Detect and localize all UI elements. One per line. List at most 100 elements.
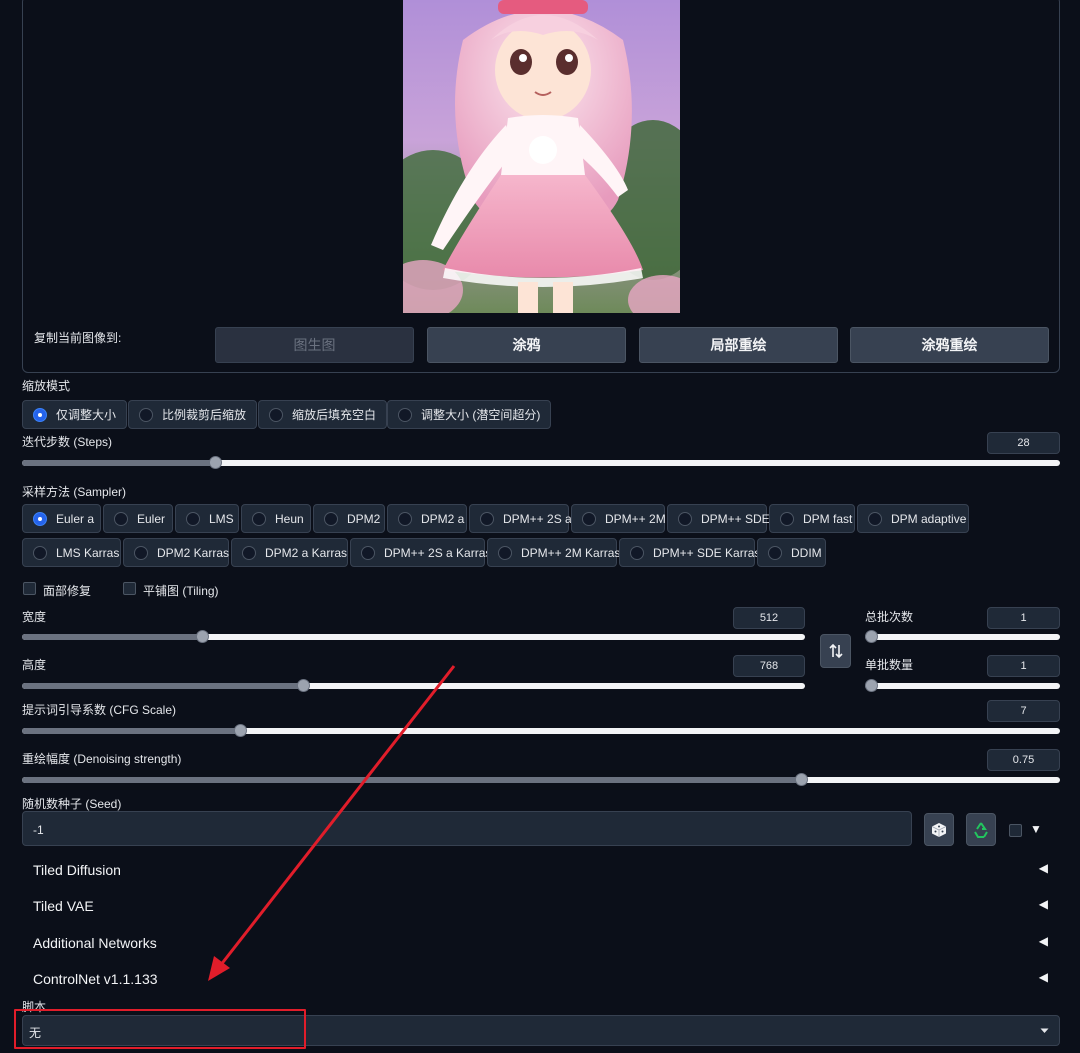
tiling-checkbox[interactable] — [123, 582, 136, 595]
slider-thumb[interactable] — [795, 773, 808, 786]
send-to-inpaint-sketch-button[interactable]: 涂鸦重绘 — [850, 327, 1049, 363]
batch-count-number-input[interactable]: 1 — [987, 607, 1060, 629]
face-restore-checkbox[interactable] — [23, 582, 36, 595]
resize-mode-option-crop[interactable]: 比例裁剪后缩放 — [128, 400, 258, 429]
denoising-number-input[interactable]: 0.75 — [987, 749, 1060, 771]
send-to-sketch-button[interactable]: 涂鸦 — [427, 327, 626, 363]
radio-label: 仅调整大小 — [56, 408, 117, 422]
steps-slider[interactable] — [22, 456, 1060, 470]
radio-unselected-icon — [868, 511, 882, 526]
radio-unselected-icon — [582, 511, 596, 526]
sampler-option[interactable]: Heun — [241, 504, 311, 533]
batch-size-number-input[interactable]: 1 — [987, 655, 1060, 677]
radio-unselected-icon — [398, 407, 412, 422]
sampler-option[interactable]: DPM++ SDE Karras — [619, 538, 760, 567]
extra-seed-checkbox[interactable] — [1009, 824, 1022, 837]
radio-unselected-icon — [398, 511, 412, 526]
batch-count-slider[interactable] — [865, 630, 1060, 644]
width-slider[interactable] — [22, 630, 805, 644]
radio-label: DPM2 a — [421, 511, 465, 526]
sampler-option[interactable]: DPM++ 2S a — [469, 504, 572, 533]
resize-mode-option-fill[interactable]: 缩放后填充空白 — [258, 400, 388, 429]
slider-thumb[interactable] — [234, 724, 247, 737]
batch-size-label: 单批数量 — [865, 658, 914, 672]
sampler-option[interactable]: DPM++ SDE — [667, 504, 770, 533]
send-to-inpaint-button[interactable]: 局部重绘 — [639, 327, 838, 363]
cfg-scale-slider[interactable] — [22, 724, 1060, 738]
sampler-option[interactable]: DDIM — [757, 538, 826, 567]
seed-label: 随机数种子 (Seed) — [22, 797, 122, 811]
radio-unselected-icon — [678, 511, 692, 526]
radio-unselected-icon — [242, 545, 256, 560]
denoising-slider[interactable] — [22, 773, 1060, 787]
sampler-option[interactable]: DPM++ 2M — [571, 504, 666, 533]
reuse-seed-button[interactable] — [966, 813, 996, 846]
slider-thumb[interactable] — [865, 630, 878, 643]
cfg-scale-number-input[interactable]: 7 — [987, 700, 1060, 722]
slider-thumb[interactable] — [297, 679, 310, 692]
random-seed-button[interactable] — [924, 813, 954, 846]
radio-label: DPM++ SDE Karras — [653, 545, 761, 560]
radio-unselected-icon — [139, 407, 153, 422]
accordion-title: ControlNet v1.1.133 — [33, 971, 158, 987]
accordion-additional-networks[interactable]: Additional Networks ◀ — [22, 925, 1060, 961]
radio-unselected-icon — [361, 545, 375, 560]
slider-fill — [22, 777, 801, 783]
radio-unselected-icon — [630, 545, 644, 560]
radio-unselected-icon — [114, 511, 128, 526]
cfg-scale-label: 提示词引导系数 (CFG Scale) — [22, 703, 177, 717]
radio-selected-icon — [33, 407, 47, 422]
sampler-option[interactable]: LMS — [175, 504, 239, 533]
radio-label: DPM2 Karras — [157, 545, 230, 560]
sampler-option[interactable]: Euler a — [22, 504, 101, 533]
sampler-option[interactable]: DPM fast — [769, 504, 855, 533]
seed-input[interactable]: -1 — [22, 811, 912, 846]
chevron-down-icon — [1040, 1028, 1049, 1033]
accordion-tiled-vae[interactable]: Tiled VAE ◀ — [22, 888, 1060, 924]
accordion-controlnet[interactable]: ControlNet v1.1.133 ◀ — [22, 961, 1060, 997]
sampler-label: 采样方法 (Sampler) — [22, 485, 127, 499]
sampler-option[interactable]: DPM2 a — [387, 504, 467, 533]
sampler-option[interactable]: DPM2 a Karras — [231, 538, 348, 567]
slider-thumb[interactable] — [196, 630, 209, 643]
slider-track — [865, 683, 1060, 689]
radio-unselected-icon — [252, 511, 266, 526]
swap-dimensions-button[interactable] — [820, 634, 851, 668]
sampler-option[interactable]: DPM2 — [313, 504, 385, 533]
slider-thumb[interactable] — [209, 456, 222, 469]
sampler-option[interactable]: LMS Karras — [22, 538, 121, 567]
steps-number-input[interactable]: 28 — [987, 432, 1060, 454]
resize-mode-option-resize[interactable]: 仅调整大小 — [22, 400, 128, 429]
send-to-img2img-button[interactable]: 图生图 — [215, 327, 414, 363]
batch-size-slider[interactable] — [865, 679, 1060, 693]
accordion-tiled-diffusion[interactable]: Tiled Diffusion ◀ — [22, 852, 1060, 888]
triangle-down-icon[interactable]: ▼ — [1030, 822, 1042, 836]
triangle-left-icon: ◀ — [1038, 861, 1048, 875]
radio-unselected-icon — [780, 511, 794, 526]
triangle-left-icon: ◀ — [1038, 970, 1048, 984]
radio-label: LMS — [209, 511, 234, 526]
triangle-left-icon: ◀ — [1038, 934, 1048, 948]
height-number-input[interactable]: 768 — [733, 655, 805, 677]
radio-unselected-icon — [480, 511, 494, 526]
radio-label: DPM2 — [347, 511, 381, 526]
height-slider[interactable] — [22, 679, 805, 693]
radio-unselected-icon — [269, 407, 283, 422]
radio-unselected-icon — [186, 511, 200, 526]
sampler-option[interactable]: DPM2 Karras — [123, 538, 229, 567]
sampler-option[interactable]: DPM adaptive — [857, 504, 969, 533]
radio-unselected-icon — [768, 545, 782, 560]
swap-arrows-icon — [828, 643, 843, 659]
radio-label: 比例裁剪后缩放 — [162, 408, 247, 422]
sampler-option[interactable]: Euler — [103, 504, 173, 533]
radio-label: DPM++ 2S a — [503, 511, 572, 526]
radio-label: LMS Karras — [56, 545, 120, 560]
slider-thumb[interactable] — [865, 679, 878, 692]
accordion-title: Additional Networks — [33, 935, 157, 951]
radio-label: DPM++ 2S a Karras — [384, 545, 492, 560]
sampler-option[interactable]: DPM++ 2M Karras — [487, 538, 620, 567]
width-number-input[interactable]: 512 — [733, 607, 805, 629]
resize-mode-option-latent[interactable]: 调整大小 (潜空间超分) — [387, 400, 552, 429]
generated-image[interactable] — [403, 0, 680, 313]
sampler-option[interactable]: DPM++ 2S a Karras — [350, 538, 491, 567]
